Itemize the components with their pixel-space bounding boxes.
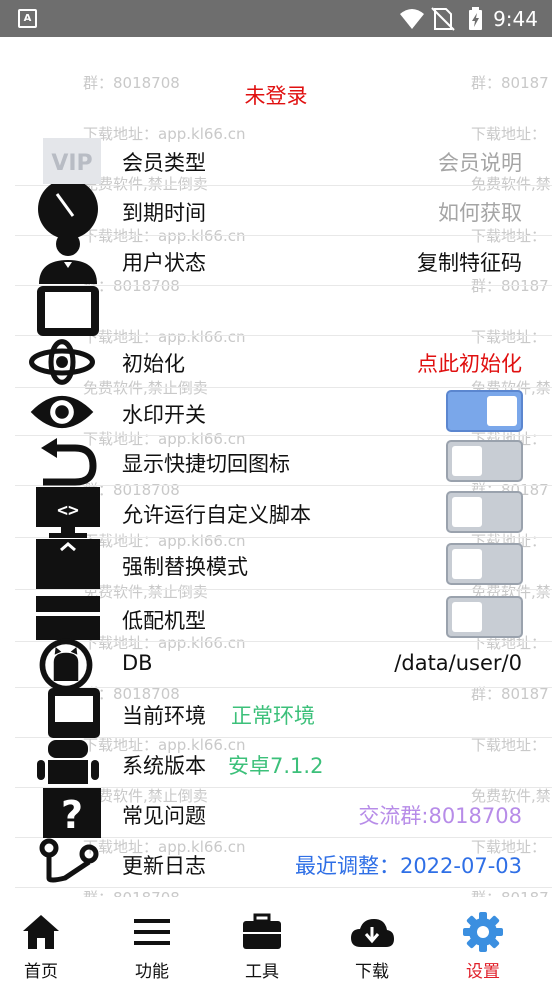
custom-script-toggle[interactable] bbox=[446, 491, 523, 533]
question-icon: ? bbox=[43, 788, 101, 838]
toggle-knob bbox=[487, 396, 517, 426]
github-icon bbox=[39, 638, 93, 692]
watermark-switch-label: 水印开关 bbox=[122, 403, 206, 427]
row-custom-script[interactable]: <> 允许运行自定义脚本 bbox=[15, 486, 552, 538]
custom-script-label: 允许运行自定义脚本 bbox=[122, 503, 311, 527]
faq-label: 常见问题 bbox=[122, 804, 206, 828]
member-type-label: 会员类型 bbox=[122, 151, 206, 175]
status-bar: A 9:44 bbox=[0, 0, 552, 37]
row-user-status[interactable]: 用户状态 复制特征码 bbox=[15, 234, 552, 286]
force-replace-toggle[interactable] bbox=[446, 543, 523, 585]
tab-home-label: 首页 bbox=[24, 962, 58, 981]
row-environment: 当前环境 正常环境 bbox=[15, 688, 552, 738]
cloud-download-icon bbox=[351, 919, 394, 947]
atom-icon bbox=[29, 339, 95, 385]
toggle-knob bbox=[452, 497, 482, 527]
tab-settings-label: 设置 bbox=[466, 962, 500, 981]
app-notification-icon: A bbox=[18, 9, 37, 28]
watermark-toggle[interactable] bbox=[446, 390, 523, 432]
svg-text:?: ? bbox=[61, 793, 83, 837]
how-to-get-link[interactable]: 如何获取 bbox=[438, 197, 522, 227]
force-replace-label: 强制替换模式 bbox=[122, 555, 248, 579]
tab-functions[interactable]: 功能 bbox=[97, 897, 207, 981]
phone-icon bbox=[48, 688, 100, 738]
tab-settings[interactable]: 设置 bbox=[428, 897, 538, 981]
init-label: 初始化 bbox=[122, 352, 185, 376]
wifi-icon bbox=[400, 9, 424, 29]
tab-functions-label: 功能 bbox=[135, 962, 169, 981]
low-device-toggle[interactable] bbox=[446, 596, 523, 638]
clock-icon bbox=[38, 184, 98, 238]
expire-label: 到期时间 bbox=[122, 201, 206, 225]
tab-tools-label: 工具 bbox=[245, 962, 279, 981]
undo-arrow-icon bbox=[41, 438, 97, 486]
menu-icon bbox=[134, 919, 170, 945]
tab-tools[interactable]: 工具 bbox=[207, 897, 317, 981]
svg-text:<>: <> bbox=[57, 500, 79, 521]
git-branch-icon bbox=[39, 838, 99, 883]
row-low-device[interactable]: 低配机型 bbox=[15, 590, 552, 642]
row-spacer bbox=[15, 286, 552, 336]
battery-charging-icon bbox=[469, 7, 482, 30]
shortcut-icon-toggle[interactable] bbox=[446, 440, 523, 482]
gear-icon bbox=[463, 912, 503, 952]
shortcut-icon-label: 显示快捷切回图标 bbox=[122, 452, 290, 476]
group-link[interactable]: 交流群:8018708 bbox=[358, 800, 522, 830]
user-status-label: 用户状态 bbox=[122, 251, 206, 275]
no-sim-icon bbox=[431, 7, 455, 31]
toggle-knob bbox=[452, 549, 482, 579]
row-member-type[interactable]: VIP 会员类型 会员说明 bbox=[15, 136, 552, 186]
code-monitor-icon: <> bbox=[36, 487, 100, 538]
system-version-value: 安卓7.1.2 bbox=[228, 754, 324, 778]
row-expire[interactable]: 到期时间 如何获取 bbox=[15, 184, 552, 238]
changelog-label: 更新日志 bbox=[122, 854, 206, 878]
db-path: /data/user/0 bbox=[394, 651, 522, 675]
box-icon bbox=[36, 539, 100, 589]
tab-home[interactable]: 首页 bbox=[0, 897, 96, 981]
init-button[interactable]: 点此初始化 bbox=[417, 348, 522, 378]
row-watermark-switch[interactable]: 水印开关 bbox=[15, 388, 552, 436]
eye-icon bbox=[30, 395, 94, 429]
row-init[interactable]: 初始化 点此初始化 bbox=[15, 336, 552, 388]
user-icon bbox=[39, 234, 97, 284]
db-label: DB bbox=[122, 651, 153, 675]
environment-value: 正常环境 bbox=[231, 704, 315, 728]
vip-badge-text: VIP bbox=[51, 151, 92, 176]
row-faq[interactable]: ? 常见问题 交流群:8018708 bbox=[15, 788, 552, 838]
login-status[interactable]: 未登录 bbox=[0, 82, 552, 110]
android-icon bbox=[37, 740, 99, 784]
toolbox-icon bbox=[36, 596, 100, 640]
environment-label: 当前环境 bbox=[122, 704, 206, 728]
copy-device-code-button[interactable]: 复制特征码 bbox=[417, 247, 522, 277]
status-icons bbox=[400, 7, 482, 31]
clock: 9:44 bbox=[493, 7, 538, 31]
home-icon bbox=[23, 915, 59, 949]
last-update[interactable]: 最近调整：2022-07-03 bbox=[295, 850, 522, 880]
row-db[interactable]: DB /data/user/0 bbox=[15, 638, 552, 692]
system-version-label: 系统版本 bbox=[122, 754, 206, 778]
toggle-knob bbox=[452, 602, 482, 632]
tab-download-label: 下载 bbox=[355, 962, 389, 981]
vip-icon: VIP bbox=[43, 138, 101, 184]
row-force-replace[interactable]: 强制替换模式 bbox=[15, 538, 552, 590]
row-shortcut-icon[interactable]: 显示快捷切回图标 bbox=[15, 436, 552, 486]
tab-download[interactable]: 下载 bbox=[317, 897, 427, 981]
bottom-tab-bar: 首页 功能 工具 下载 设置 bbox=[0, 897, 552, 981]
member-info-link[interactable]: 会员说明 bbox=[438, 147, 522, 177]
toolbox-icon bbox=[243, 913, 281, 949]
low-device-label: 低配机型 bbox=[122, 609, 206, 633]
tablet-icon bbox=[37, 286, 99, 336]
row-changelog[interactable]: 更新日志 最近调整：2022-07-03 bbox=[15, 838, 552, 888]
row-system-version: 系统版本 安卓7.1.2 bbox=[15, 738, 552, 788]
toggle-knob bbox=[452, 446, 482, 476]
